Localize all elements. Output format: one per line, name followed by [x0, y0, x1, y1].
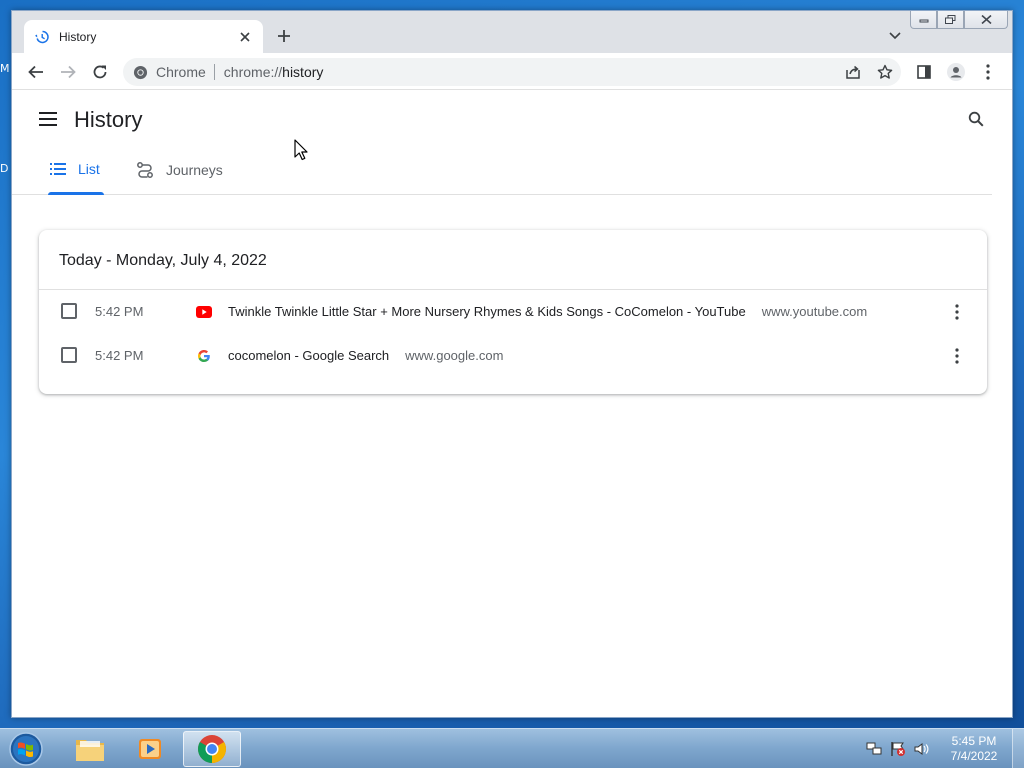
chrome-icon	[133, 65, 148, 80]
close-window-button[interactable]	[964, 11, 1008, 29]
forward-arrow-icon[interactable]	[58, 62, 78, 82]
entry-domain: www.youtube.com	[761, 304, 868, 319]
tab-strip: History	[12, 11, 1012, 53]
address-divider	[213, 64, 215, 80]
search-icon[interactable]	[966, 109, 986, 129]
entry-title-link[interactable]: cocomelon - Google Search	[228, 348, 389, 363]
history-day-card: Today - Monday, July 4, 2022 5:42 PM Twi…	[39, 230, 987, 394]
bookmark-star-icon[interactable]	[875, 62, 895, 82]
tab-list[interactable]: List	[50, 161, 100, 177]
browser-window: History Chrome chrome://history History …	[11, 10, 1013, 718]
browser-toolbar: Chrome chrome://history	[12, 53, 1012, 90]
back-arrow-icon[interactable]	[26, 62, 46, 82]
address-bar[interactable]: Chrome chrome://history	[123, 58, 901, 86]
volume-icon[interactable]	[914, 741, 930, 757]
url-host: history	[282, 64, 324, 80]
entry-info: Twinkle Twinkle Little Star + More Nurse…	[228, 304, 867, 319]
entry-time: 5:42 PM	[95, 304, 144, 319]
new-tab-icon[interactable]	[274, 26, 294, 46]
day-header: Today - Monday, July 4, 2022	[39, 230, 987, 290]
page-title: History	[74, 107, 143, 132]
journeys-icon	[136, 161, 154, 179]
start-button[interactable]	[6, 730, 46, 768]
taskbar-file-explorer[interactable]	[61, 731, 119, 767]
tab-journeys[interactable]: Journeys	[136, 161, 223, 179]
kebab-menu-icon[interactable]	[978, 62, 998, 82]
network-icon[interactable]	[866, 741, 882, 757]
youtube-icon	[195, 303, 213, 321]
history-entry[interactable]: 5:42 PM cocomelon - Google Search www.goo…	[39, 334, 987, 378]
side-panel-icon[interactable]	[914, 62, 934, 82]
entry-time: 5:42 PM	[95, 348, 144, 363]
list-icon	[50, 163, 66, 175]
restore-button[interactable]	[937, 11, 964, 29]
active-tab-indicator	[48, 192, 104, 195]
action-center-flag-icon[interactable]	[890, 741, 906, 757]
tab-journeys-label: Journeys	[166, 162, 223, 178]
entry-more-actions-icon[interactable]	[947, 302, 967, 322]
hamburger-menu-icon[interactable]	[38, 109, 58, 129]
taskbar-chrome[interactable]	[183, 731, 241, 767]
tab-history[interactable]: History	[24, 20, 263, 53]
history-page: History List Journeys Today - Monday, Ju…	[12, 91, 1012, 717]
reload-icon[interactable]	[90, 62, 110, 82]
entry-more-actions-icon[interactable]	[947, 346, 967, 366]
address-url: chrome://history	[224, 64, 324, 80]
windows-taskbar: 5:45 PM 7/4/2022	[0, 728, 1024, 768]
mouse-cursor-icon	[294, 139, 308, 161]
profile-avatar-icon[interactable]	[946, 62, 966, 82]
entry-checkbox[interactable]	[61, 347, 77, 363]
entry-info: cocomelon - Google Search www.google.com	[228, 348, 503, 363]
media-player-icon	[136, 735, 164, 763]
tab-search-chevron-icon[interactable]	[886, 27, 904, 45]
google-icon	[195, 347, 213, 365]
clock-date: 7/4/2022	[950, 749, 998, 763]
close-tab-icon[interactable]	[236, 28, 254, 46]
address-chip: Chrome	[156, 64, 206, 80]
tab-list-label: List	[78, 161, 100, 177]
clock-time: 5:45 PM	[951, 734, 997, 748]
chrome-icon	[197, 734, 227, 764]
history-header: History List Journeys	[12, 91, 992, 195]
folder-icon	[74, 735, 106, 763]
window-controls	[910, 11, 1008, 29]
minimize-button[interactable]	[910, 11, 937, 29]
tab-title: History	[59, 29, 97, 44]
show-desktop-button[interactable]	[1012, 729, 1024, 768]
entry-checkbox[interactable]	[61, 303, 77, 319]
history-entry[interactable]: 5:42 PM Twinkle Twinkle Little Star + Mo…	[39, 290, 987, 334]
url-scheme: chrome://	[223, 64, 283, 80]
system-clock[interactable]: 5:45 PM 7/4/2022	[940, 734, 1008, 764]
entry-domain: www.google.com	[405, 348, 504, 363]
history-icon	[34, 29, 50, 45]
share-icon[interactable]	[843, 62, 863, 82]
entry-title-link[interactable]: Twinkle Twinkle Little Star + More Nurse…	[228, 304, 746, 319]
taskbar-media-player[interactable]	[121, 731, 179, 767]
